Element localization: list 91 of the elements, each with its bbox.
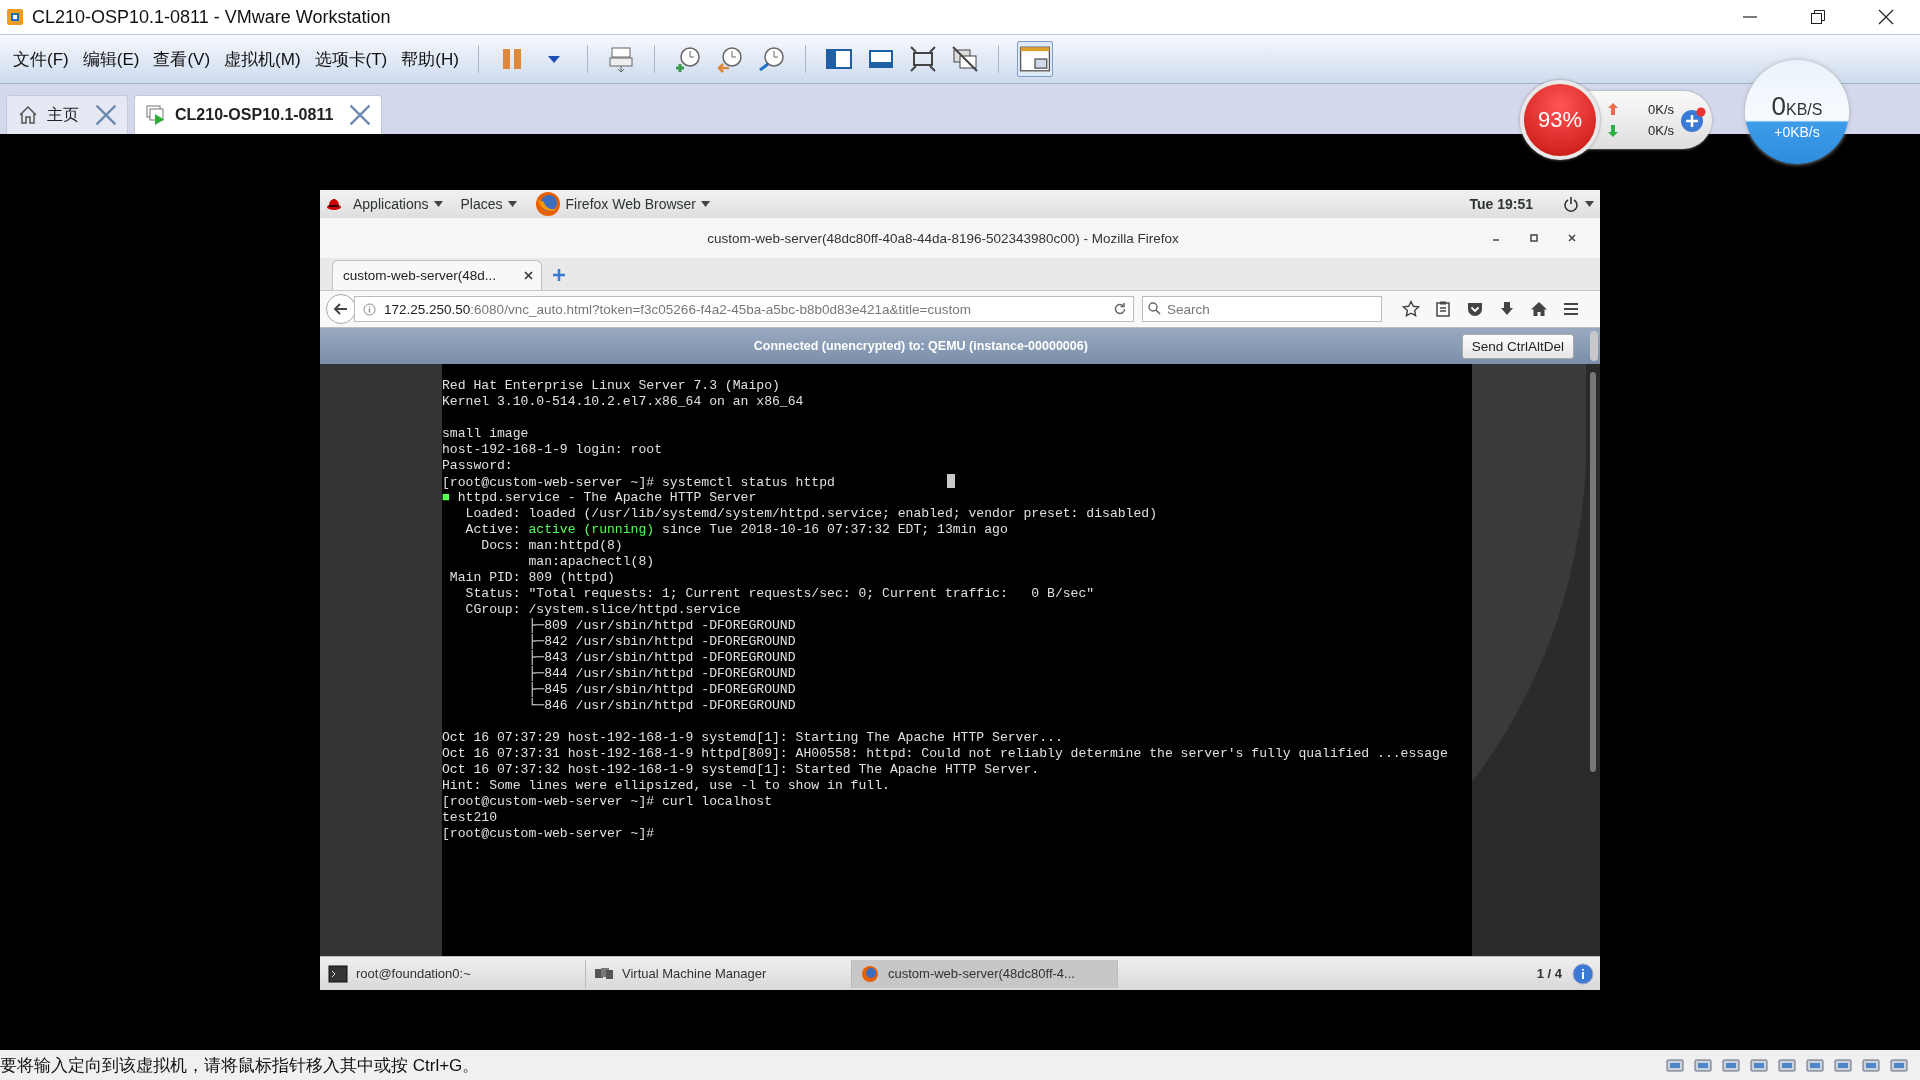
console-line: Docs: man:httpd(8): [480, 538, 623, 553]
console-line: ├─844 /usr/sbin/httpd -DFOREGROUND: [527, 666, 796, 681]
connection-status: Connected (unencrypted) to: QEMU (instance-00000006): [752, 339, 1089, 353]
console-line: ├─809 /usr/sbin/httpd -DFOREGROUND: [527, 618, 796, 633]
star-icon[interactable]: [1402, 300, 1420, 318]
home-icon: [17, 104, 39, 126]
download-speed: 0K/s: [1648, 123, 1674, 138]
url-host: 172.25.250.50: [384, 301, 471, 317]
vm-icon: [145, 104, 167, 126]
menu-item[interactable]: 选项卡(T): [307, 47, 395, 71]
snapshot-manager-icon[interactable]: [756, 44, 787, 74]
console-line: Red Hat Enterprise Linux Server 7.3 (Maipo): [442, 378, 780, 393]
speed-unit: KB/S: [1786, 100, 1823, 119]
window-title: custom-web-server(48dc80ff-40a8-44da-8196-502343980c00) - Mozilla Firefox: [706, 230, 1180, 246]
console-line: Kernel 3.10.0-514.10.2.el7.x86_64 on an x86_64: [442, 394, 804, 409]
send-ctrl-alt-del-button[interactable]: Send CtrlAltDel: [1461, 333, 1574, 359]
status-message: 要将输入定向到该虚拟机，请将鼠标指针移入其中或按 Ctrl+G。: [0, 1054, 481, 1077]
menu-item[interactable]: 帮助(H): [394, 47, 466, 71]
search-field[interactable]: Search: [1142, 296, 1382, 322]
console-line: host-192-168-1-9 login: root: [442, 442, 662, 457]
browser-tab[interactable]: custom-web-server(48d...: [332, 260, 542, 290]
scrollbar[interactable]: [1586, 364, 1600, 956]
menu-label[interactable]: Places: [460, 196, 503, 212]
app-icon: [6, 8, 24, 26]
hat-icon: [326, 196, 342, 212]
menu-item[interactable]: 编辑(E): [75, 47, 147, 71]
plus-icon[interactable]: [1680, 107, 1706, 133]
console-line: Loaded: loaded (/usr/lib/systemd/system/httpd.service; enabled; vendor preset: disabled): [464, 506, 1158, 521]
taskbar-item[interactable]: root@foundation0:~: [320, 959, 586, 988]
console-line: Hint: Some lines were ellipsized, use -l to show in full.: [442, 778, 890, 793]
console-line: [root@custom-web-server ~]# curl localhost: [442, 794, 773, 809]
menu-label[interactable]: Applications: [353, 196, 429, 212]
address-bar[interactable]: 172.25.250.50:6080/vnc_auto.html?token=f3c05266-f4a2-45ba-a5bc-b8b0d83e421a&title=custom: [354, 296, 1134, 322]
caret-icon[interactable]: [1585, 201, 1594, 207]
console-line: Active: active (running) since Tue 2018-10-16 07:37:32 EDT; 13min ago: [464, 522, 1008, 537]
power-icon[interactable]: [1563, 196, 1579, 212]
console-line: ├─845 /usr/sbin/httpd -DFOREGROUND: [527, 682, 796, 697]
console-line: Password:: [442, 458, 513, 473]
clipboard-icon[interactable]: [1434, 300, 1452, 318]
unity-off-icon[interactable]: [949, 44, 980, 74]
console-line: └─846 /usr/sbin/httpd -DFOREGROUND: [527, 698, 796, 713]
console-line: Oct 16 07:37:32 host-192-168-1-9 systemd[1]: Started The Apache HTTP Server.: [442, 762, 1040, 777]
upload-arrow-icon: [1608, 103, 1618, 115]
caret-icon[interactable]: [701, 201, 710, 207]
terminal-icon: [328, 964, 348, 983]
console-line: Status: "Total requests: 1; Current requests/sec: 0; Current traffic: 0 B/sec": [464, 586, 1095, 601]
console-line: [root@custom-web-server ~]# systemctl status httpd: [442, 475, 835, 490]
console-line: ■ httpd.service - The Apache HTTP Server: [442, 490, 757, 505]
speed-sub: +0KB/s: [1774, 123, 1820, 140]
window-title: CL210-OSP10.1-0811 - VMware Workstation: [32, 6, 392, 28]
console-line: Oct 16 07:37:29 host-192-168-1-9 systemd[1]: Starting The Apache HTTP Server...: [442, 730, 1063, 745]
scrollbar-thumb[interactable]: [1590, 331, 1598, 361]
reload-icon[interactable]: [1113, 302, 1127, 316]
close-icon[interactable]: [524, 271, 533, 280]
globe-icon: [534, 191, 561, 217]
menu-item[interactable]: 虚拟机(M): [217, 47, 308, 71]
console-line: ├─843 /usr/sbin/httpd -DFOREGROUND: [527, 650, 796, 665]
back-arrow-icon: [333, 301, 349, 317]
vm-tab[interactable]: CL210-OSP10.1-0811: [134, 95, 383, 134]
caret-icon[interactable]: [507, 201, 517, 207]
vm-tab[interactable]: 主页: [6, 95, 128, 134]
fullscreen-icon[interactable]: [907, 44, 938, 74]
globe-icon: [860, 964, 880, 983]
console-line: ├─842 /usr/sbin/httpd -DFOREGROUND: [527, 634, 796, 649]
menu-label[interactable]: Firefox Web Browser: [565, 196, 696, 212]
restore-icon[interactable]: [1810, 9, 1826, 25]
caret-icon[interactable]: [433, 201, 443, 207]
pocket-icon[interactable]: [1466, 300, 1484, 318]
upload-speed: 0K/s: [1648, 102, 1674, 117]
back-button[interactable]: [326, 294, 356, 324]
url-path: :6080/vnc_auto.html?token=f3c05266-f4a2-45ba-a5bc-b8b0d83e421a&title=custom: [470, 301, 971, 317]
info-icon[interactable]: [1572, 962, 1594, 985]
console-line: CGroup: /system.slice/httpd.service: [464, 602, 741, 617]
plus-icon[interactable]: [552, 268, 566, 282]
console-line: man:apachectl(8): [527, 554, 655, 569]
workspace-indicator[interactable]: 1 / 4: [1536, 966, 1562, 981]
console-line: test210: [442, 810, 497, 825]
taskbar-item[interactable]: custom-web-server(48dc80ff-4...: [852, 959, 1118, 988]
home-icon[interactable]: [1530, 300, 1548, 318]
menu-item[interactable]: 查看(V): [146, 47, 218, 71]
menu-icon[interactable]: [1562, 300, 1580, 318]
console-line: Main PID: 809 (httpd): [448, 570, 615, 585]
clock: Tue 19:51: [1469, 196, 1533, 212]
view-toggle-button[interactable]: [1016, 41, 1053, 77]
close-icon[interactable]: [1878, 9, 1894, 25]
console-line: Oct 16 07:37:31 host-192-168-1-9 httpd[809]: AH00558: httpd: Could not reliably determine the server's fully qualified ...essage: [442, 746, 1448, 761]
console-line: [root@custom-web-server ~]#: [442, 826, 655, 841]
console-line: small image: [442, 426, 529, 441]
speed-value: 0: [1771, 90, 1786, 122]
menu-item[interactable]: 文件(F): [6, 47, 76, 71]
download-arrow-icon: [1608, 125, 1618, 137]
